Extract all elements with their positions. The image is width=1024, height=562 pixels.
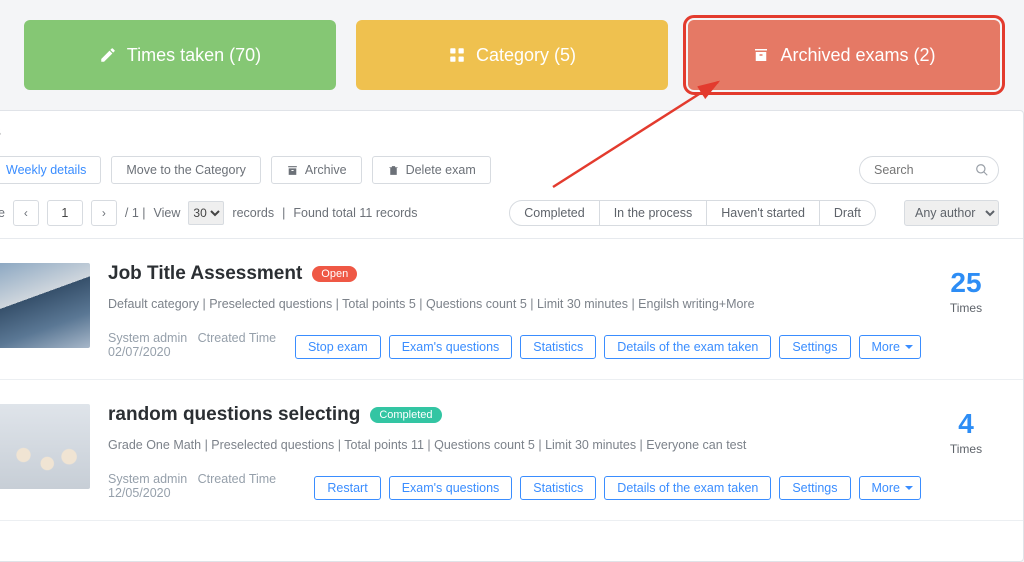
exam-meta: Grade One Math | Preselected questions |… — [108, 438, 921, 452]
statistics-button[interactable]: Statistics — [520, 335, 596, 359]
more-button[interactable]: More — [859, 335, 921, 359]
exam-byline: System admin Ctreated Time 02/07/2020 — [108, 331, 295, 359]
exam-times: 25 Times — [921, 263, 1011, 359]
panel-title: s — [0, 111, 1023, 142]
exam-thumbnail — [0, 263, 90, 348]
per-page-select[interactable]: 30 — [188, 201, 224, 225]
move-to-category-button[interactable]: Move to the Category — [111, 156, 261, 184]
author-select[interactable]: Any author — [904, 200, 999, 226]
archived-exams-label: Archived exams (2) — [780, 45, 935, 66]
exam-main: Job Title Assessment Open Default catego… — [90, 263, 921, 359]
archive-icon — [286, 164, 299, 177]
times-label: Times — [921, 442, 1011, 456]
details-button[interactable]: Details of the exam taken — [604, 476, 771, 500]
exam-meta: Default category | Preselected questions… — [108, 297, 921, 311]
exam-main: random questions selecting Completed Gra… — [90, 404, 921, 500]
exam-times: 4 Times — [921, 404, 1011, 500]
more-button[interactable]: More — [859, 476, 921, 500]
weekly-details-button[interactable]: Weekly details — [0, 156, 101, 184]
filter-in-process[interactable]: In the process — [600, 200, 708, 226]
archive-button-label: Archive — [305, 163, 347, 177]
filter-havent-started[interactable]: Haven't started — [707, 200, 820, 226]
times-taken-card[interactable]: Times taken (70) — [24, 20, 336, 90]
category-label: Category (5) — [476, 45, 576, 66]
toolbar: Weekly details Move to the Category Arch… — [0, 142, 1023, 192]
exam-title[interactable]: Job Title Assessment — [108, 263, 302, 285]
status-badge: Completed — [370, 407, 441, 423]
details-button[interactable]: Details of the exam taken — [604, 335, 771, 359]
search-icon — [975, 163, 989, 177]
pager-next-button[interactable]: › — [91, 200, 117, 226]
edit-icon — [99, 46, 117, 64]
pager-of: / 1 | — [125, 206, 146, 220]
status-filter-group: Completed In the process Haven't started… — [509, 200, 876, 226]
stop-exam-button[interactable]: Stop exam — [295, 335, 381, 359]
exams-panel: s Weekly details Move to the Category Ar… — [0, 110, 1024, 562]
archive-button[interactable]: Archive — [271, 156, 362, 184]
pager-filter-row: ge ‹ › / 1 | View 30 records | Found tot… — [0, 192, 1023, 239]
times-count: 4 — [921, 408, 1011, 440]
pager-sep: | — [282, 206, 285, 220]
archive-icon — [752, 46, 770, 64]
filter-completed[interactable]: Completed — [509, 200, 599, 226]
pager-prefix: ge — [0, 206, 5, 220]
view-label: View — [154, 206, 181, 220]
grid-icon — [448, 46, 466, 64]
delete-exam-button-label: Delete exam — [406, 163, 476, 177]
category-card[interactable]: Category (5) — [356, 20, 668, 90]
times-taken-label: Times taken (70) — [127, 45, 261, 66]
exam-thumbnail — [0, 404, 90, 489]
restart-button[interactable]: Restart — [314, 476, 380, 500]
exam-row: Job Title Assessment Open Default catego… — [0, 239, 1023, 380]
times-count: 25 — [921, 267, 1011, 299]
archived-exams-card[interactable]: Archived exams (2) — [688, 20, 1000, 90]
settings-button[interactable]: Settings — [779, 335, 850, 359]
times-label: Times — [921, 301, 1011, 315]
settings-button[interactable]: Settings — [779, 476, 850, 500]
trash-icon — [387, 164, 400, 177]
filter-draft[interactable]: Draft — [820, 200, 876, 226]
exam-title[interactable]: random questions selecting — [108, 404, 360, 426]
delete-exam-button[interactable]: Delete exam — [372, 156, 491, 184]
status-badge: Open — [312, 266, 357, 282]
exam-byline: System admin Ctreated Time 12/05/2020 — [108, 472, 314, 500]
search-wrapper — [859, 156, 999, 184]
exam-row: random questions selecting Completed Gra… — [0, 380, 1023, 521]
records-label: records — [232, 206, 274, 220]
statistics-button[interactable]: Statistics — [520, 476, 596, 500]
pager-page-input[interactable] — [47, 200, 83, 226]
top-nav-cards: Times taken (70) Category (5) Archived e… — [0, 0, 1024, 110]
exam-questions-button[interactable]: Exam's questions — [389, 335, 513, 359]
exam-questions-button[interactable]: Exam's questions — [389, 476, 513, 500]
pager-prev-button[interactable]: ‹ — [13, 200, 39, 226]
found-text: Found total 11 records — [293, 206, 417, 220]
